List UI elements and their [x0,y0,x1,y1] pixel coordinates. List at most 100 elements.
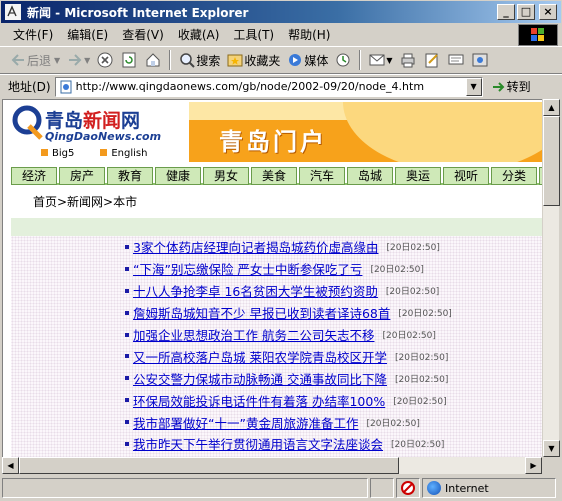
nav-education[interactable]: 教育 [107,167,153,185]
scroll-up-arrow[interactable]: ▲ [543,99,560,116]
menu-file[interactable]: 文件(F) [6,26,60,43]
print-button[interactable] [396,49,420,71]
history-button[interactable] [331,49,355,71]
horizontal-scroll-thumb[interactable] [19,457,399,474]
scroll-right-arrow[interactable]: ▶ [525,457,542,474]
edit-button[interactable] [420,49,444,71]
news-item: 加强企业思想政治工作 航务二公司矢志不移 [20日02:50] [125,324,452,346]
zone-label: Internet [445,481,489,495]
news-time: [20日02:50] [394,352,449,363]
refresh-icon [122,52,136,68]
news-time: [20日02:50] [398,309,452,320]
stop-button[interactable] [93,49,117,71]
news-item: 我市部署做好“十一”黄金周旅游准备工作 [20日02:50] [125,411,452,433]
news-item: 十八人争抢李卓 16名贫困大学生被预约资助 [20日02:50] [125,280,452,302]
portal-banner[interactable]: 青岛门户 [189,102,542,162]
news-item: 公安交警力保城市动脉畅通 交通事故同比下降 [20日02:50] [125,367,452,389]
q-logo-icon [12,105,43,140]
popup-blocked-pane[interactable] [396,478,420,498]
edit-page-icon [425,53,438,68]
section-divider-bar [11,218,542,236]
address-url: http://www.qingdaonews.com/gb/node/2002-… [75,80,425,93]
nav-food[interactable]: 美食 [251,167,297,185]
language-links: Big5 English [41,148,147,159]
bullet [125,244,129,249]
nav-economy[interactable]: 经济 [11,167,57,185]
menu-favorites[interactable]: 收藏(A) [171,26,227,43]
favorites-button[interactable]: 收藏夹 [223,49,283,71]
breadcrumb: 首页>新闻网>本市 [33,195,138,209]
search-icon [180,53,196,68]
english-link[interactable]: English [100,148,147,159]
big5-link[interactable]: Big5 [41,148,74,159]
site-logo[interactable]: 青岛新闻网 QingDaoNews.com Big5 English [11,102,181,164]
news-link[interactable]: 环保局效能投诉电话件件有着落 办结率100% [133,391,385,410]
page-viewport: 青岛新闻网 QingDaoNews.com Big5 English 青岛门户 … [2,99,542,457]
media-button[interactable]: 媒体 [283,49,331,71]
back-button[interactable]: 后退 ▼ [6,49,63,71]
news-link[interactable]: 加强企业思想政治工作 航务二公司矢志不移 [133,325,374,344]
menu-view[interactable]: 查看(V) [115,26,171,43]
go-label: 转到 [506,80,531,94]
forward-button[interactable]: ▼ [63,49,93,71]
bullet [125,441,129,446]
menu-tools[interactable]: 工具(T) [226,26,281,43]
search-button[interactable]: 搜索 [175,49,223,71]
bullet [125,354,129,359]
nav-auto[interactable]: 汽车 [299,167,345,185]
close-button[interactable]: × [539,4,557,20]
forward-arrow-icon [69,54,82,66]
windows-logo-throbber [518,24,558,46]
nav-olympics[interactable]: 奥运 [395,167,441,185]
favorites-star-icon [227,54,243,67]
news-item: 3家个体药店经理向记者揭岛城药价虚高缘由 [20日02:50] [125,236,452,258]
go-arrow-icon [492,81,505,92]
vertical-scroll-thumb[interactable] [543,116,560,206]
news-link[interactable]: 我市昨天下午举行贯彻通用语言文字法座谈会 [133,434,383,453]
discuss-button[interactable] [444,49,468,71]
address-dropdown-button[interactable]: ▼ [465,77,482,96]
mail-button[interactable]: ▼ [365,49,395,71]
address-input[interactable]: http://www.qingdaonews.com/gb/node/2002-… [54,76,483,97]
news-link[interactable]: 又一所高校落户岛城 莱阳农学院青岛校区开学 [133,347,387,366]
logo-english-name: QingDaoNews.com [45,130,162,143]
bullet [125,288,129,293]
security-zone-pane: Internet [422,478,556,498]
news-link[interactable]: “下海”别忘缴保险 严女士中断参保吃了亏 [133,259,362,278]
news-link[interactable]: 我市部署做好“十一”黄金周旅游准备工作 [133,413,358,432]
go-button[interactable]: 转到 [491,78,531,95]
back-label: 后退 [27,53,52,68]
horizontal-scrollbar[interactable]: ◀ ▶ [2,457,542,474]
nav-classifieds[interactable]: 分类 [491,167,537,185]
news-item: 环保局效能投诉电话件件有着落 办结率100% [20日02:50] [125,389,452,411]
refresh-button[interactable] [117,49,141,71]
banner-title: 青岛门户 [219,128,327,156]
nav-health[interactable]: 健康 [155,167,201,185]
home-button[interactable] [141,49,165,71]
title-bar: 新闻 - Microsoft Internet Explorer _ □ × [0,0,562,24]
windows-flag-icon [531,28,544,41]
vertical-scrollbar[interactable]: ▲ ▼ [542,99,560,457]
messenger-icon [472,53,488,67]
nav-video[interactable]: 视听 [443,167,489,185]
maximize-button[interactable]: □ [517,4,535,20]
bullet [125,332,129,337]
nav-realestate[interactable]: 房产 [59,167,105,185]
minimize-button[interactable]: _ [497,4,515,20]
bullet [125,420,129,425]
bullet [125,266,129,271]
news-link[interactable]: 詹姆斯岛城知音不少 早报已收到读者译诗68首 [133,303,390,322]
scroll-down-arrow[interactable]: ▼ [543,440,560,457]
bullet [125,398,129,403]
news-link[interactable]: 3家个体药店经理向记者揭岛城药价虚高缘由 [133,237,378,256]
messenger-button[interactable] [468,49,492,71]
news-link[interactable]: 公安交警力保城市动脉畅通 交通事故同比下降 [133,369,387,388]
menu-edit[interactable]: 编辑(E) [60,26,115,43]
nav-relationships[interactable]: 男女 [203,167,249,185]
stop-icon [97,52,113,68]
menu-help[interactable]: 帮助(H) [281,26,337,43]
media-icon [289,54,302,66]
scroll-left-arrow[interactable]: ◀ [2,457,19,474]
nav-city[interactable]: 岛城 [347,167,393,185]
news-link[interactable]: 十八人争抢李卓 16名贫困大学生被预约资助 [133,281,378,300]
